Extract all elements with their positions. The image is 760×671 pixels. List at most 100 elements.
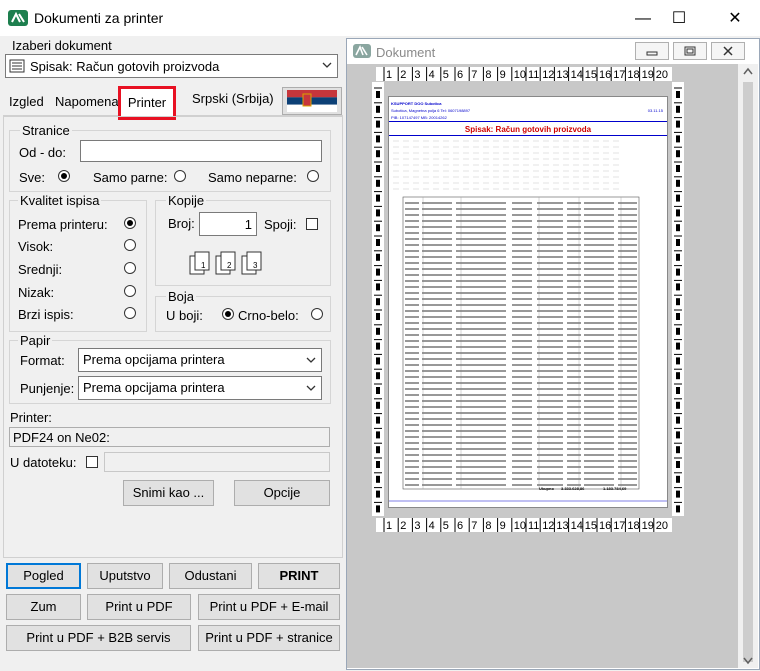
preview-maximize-button[interactable] [673,42,707,60]
quality-printer-radio[interactable] [124,217,136,229]
cancel-button[interactable]: Odustani [169,563,252,589]
preview-vertical-scrollbar[interactable] [738,64,758,668]
print-pdf-pages-button[interactable]: Print u PDF + stranice [198,625,340,651]
ruler-mark [676,239,680,246]
ruler-mark [376,372,380,380]
ruler-tick-label: 9 [500,520,506,532]
ruler-mark [376,446,380,454]
ruler-mark [376,475,380,483]
ruler-tick-label: 20 [656,520,668,532]
ruler-tick-label: 7 [471,520,477,532]
ruler-mark [376,490,380,498]
ruler-tick-label: 3 [414,69,420,81]
print-button[interactable]: PRINT [258,563,340,589]
bottom-ruler: 1 2 3 4 5 6 7 8 9 10 11 12 13 14 15 16 17 18 19 20 [376,518,672,532]
zoom-button[interactable]: Zum [6,594,81,620]
preview-button[interactable]: Pogled [6,563,81,589]
tab-izgled[interactable]: Izgled [9,89,44,115]
print-pdf-b2b-button[interactable]: Print u PDF + B2B servis [6,625,191,651]
ruler-mark [376,253,380,261]
print-pdf-button[interactable]: Print u PDF [87,594,191,620]
quality-fast-radio[interactable] [124,307,136,319]
ruler-tick-label: 6 [457,69,463,81]
tab-printer[interactable]: Printer [118,86,176,120]
ruler-tick-label: 15 [585,520,597,532]
ruler-tick-label: 4 [429,520,435,532]
copies-count-input[interactable]: 1 [199,212,257,236]
ruler-tick-label: 3 [414,520,420,532]
ruler-tick-label: 18 [627,520,639,532]
ruler-mark [676,268,680,276]
to-file-checkbox[interactable] [86,456,98,468]
odd-pages-radio[interactable] [307,170,319,182]
ruler-mark [376,283,380,291]
options-button[interactable]: Opcije [234,480,330,506]
ruler-tick-label: 19 [642,69,654,81]
ruler-tick-label: 12 [542,69,554,81]
ruler-mark [376,179,380,187]
preview-close-button[interactable] [711,42,745,60]
feed-select[interactable]: Prema opcijama printera [78,376,322,400]
ruler-mark [376,105,380,113]
format-select[interactable]: Prema opcijama printera [78,348,322,372]
ruler-mark [676,224,680,232]
quality-fast-label: Brzi ispis: [18,307,74,322]
preview-minimize-button[interactable] [635,42,669,60]
preview-page: KSUPPORT DOO Subotica Subotica, Magnetna… [388,96,668,508]
ruler-tick-label: 17 [613,520,625,532]
language-flag-button[interactable] [282,87,342,115]
printer-label: Printer: [10,410,52,425]
quality-high-radio[interactable] [124,239,136,251]
copies-count-value: 1 [244,217,252,232]
preview-pib: PIB: 107147497 MB: 20014262 [391,115,447,120]
tab-napomena[interactable]: Napomena [55,89,119,115]
quality-medium-radio[interactable] [124,262,136,274]
ruler-tick-label: 20 [656,69,668,81]
all-pages-radio[interactable] [58,170,70,182]
quality-low-label: Nizak: [18,285,55,300]
preview-rule2 [389,135,667,136]
ruler-tick-label: 10 [514,69,526,81]
ruler-tick-label: 15 [585,69,597,81]
bw-radio[interactable] [311,308,323,320]
instructions-button[interactable]: Uputstvo [87,563,163,589]
ruler-mark [676,209,680,217]
document-select[interactable]: Spisak: Račun gotovih proizvoda [5,54,338,78]
ruler-tick-label: 5 [443,520,449,532]
svg-text:2: 2 [227,261,232,270]
ruler-mark [676,120,680,128]
maximize-button[interactable]: ☐ [656,4,702,34]
ruler-tick-label: 16 [599,69,611,81]
color-radio[interactable] [222,308,234,320]
ruler-tick-label: 8 [485,69,491,81]
collate-checkbox[interactable] [306,218,318,230]
ruler-mark [676,327,680,335]
even-pages-radio[interactable] [174,170,186,182]
ruler-tick-label: 7 [471,69,477,81]
ruler-tick-label: 18 [627,69,639,81]
ruler-tick-label: 8 [485,520,491,532]
quality-low-radio[interactable] [124,285,136,297]
printer-name-value: PDF24 on Ne02: [13,430,110,445]
color-label: U boji: [166,308,203,323]
ruler-mark [676,490,680,498]
print-pdf-email-button[interactable]: Print u PDF + E-mail [198,594,340,620]
from-to-input[interactable] [80,140,322,162]
save-as-button[interactable]: Snimi kao ... [123,480,214,506]
to-file-input[interactable] [104,452,330,472]
preview-app-icon [353,44,371,58]
preview-address: Subotica, Magnetna polja 6 Tel: 06071988… [391,108,471,113]
close-button[interactable]: ✕ [712,4,758,34]
ruler-mark [376,357,380,365]
ruler-mark [376,150,380,158]
preview-date: 03.11.15 [647,108,663,113]
serbia-flag-icon [287,90,337,112]
ruler-mark [676,298,680,306]
ruler-mark [376,91,380,98]
collate-label: Spoji: [264,217,297,232]
ruler-tick-label: 17 [613,69,625,81]
chevron-down-icon [304,353,318,367]
ruler-mark [376,165,380,172]
ruler-mark [676,505,680,513]
document-select-label: Izaberi dokument [12,38,112,53]
